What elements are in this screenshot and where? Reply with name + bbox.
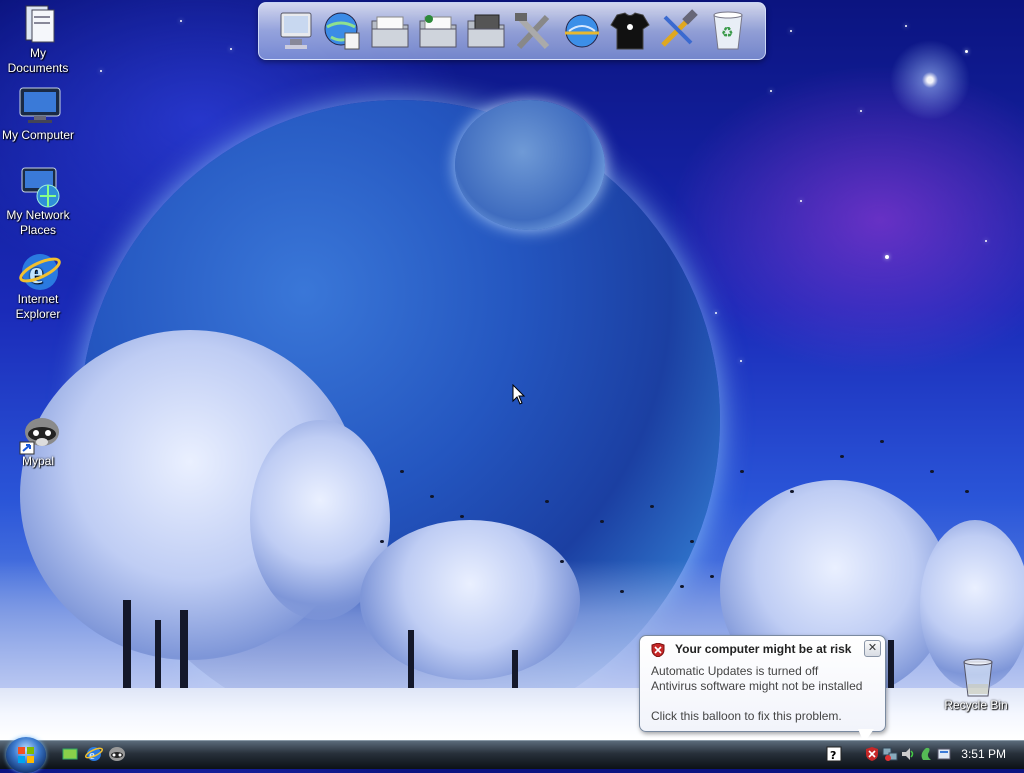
desktop-icon-label: Internet Explorer [15,292,61,321]
dock-computer-button[interactable] [275,9,317,53]
network-icon [882,747,898,761]
svg-text:♻: ♻ [721,25,734,41]
small-moon [455,100,605,230]
tray-help-button[interactable]: ? [826,746,842,767]
desktop-icon-mypal[interactable]: Mypal [0,412,76,469]
tray-updates-button[interactable] [918,746,934,767]
internet-explorer-icon: e [18,250,61,290]
desktop-icon-my-computer[interactable]: My Computer [0,86,76,143]
globe-connect-icon [565,14,599,48]
desktop-icon-my-documents[interactable]: My Documents [0,4,76,76]
desktop-icon-label: Mypal [21,454,54,468]
network-globe-icon [324,12,360,50]
computer-icon [280,12,312,49]
balloon-title: Your computer might be at risk [675,642,852,656]
help-icon: ? [826,746,842,762]
clock[interactable]: 3:51 PM [961,747,1006,761]
tray-app-button[interactable] [936,746,952,767]
balloon-action-text[interactable]: Click this balloon to fix this problem. [651,709,842,723]
balloon-close-button[interactable]: ✕ [864,640,881,657]
updates-icon [921,747,931,760]
tshirt-icon [610,12,650,50]
dock-settings-button[interactable] [657,9,699,53]
svg-text:?: ? [830,749,836,762]
tray-security-button[interactable] [864,746,880,767]
quick-launch-mypal[interactable] [108,745,126,768]
quick-launch-show-desktop[interactable] [62,746,78,767]
tools-icon [515,13,550,50]
network-places-icon [18,166,60,208]
security-balloon[interactable]: Your computer might be at risk ✕ Automat… [639,635,886,732]
folder-music-icon [419,15,457,48]
desktop-icon-label: My Documents [7,46,69,75]
svg-text:e: e [29,254,43,290]
taskbar: e ? 3:51 PM [0,737,1024,773]
show-desktop-icon [62,748,78,760]
hammer-wrench-icon [661,9,698,47]
folder-pictures-icon [467,14,505,48]
folder-icon [371,16,409,48]
balloon-message-line: Automatic Updates is turned off [651,664,819,678]
dock-tshirt-button[interactable] [609,9,651,53]
tree-trunk [123,600,131,700]
dock-globe-button[interactable] [561,9,603,53]
dock-tools-button[interactable] [513,9,555,53]
desktop-icon-recycle-bin[interactable]: Recycle Bin [938,656,1014,713]
volume-icon [902,748,914,760]
windows-start-orb [18,747,34,763]
mouse-cursor [512,384,526,405]
shield-warning-icon [651,643,665,657]
tray-volume-button[interactable] [900,746,916,767]
frosted-tree [360,520,580,680]
mypal-raccoon-icon [18,412,59,455]
tray-network-button[interactable] [882,746,898,767]
balloon-message-line: Antivirus software might not be installe… [651,679,863,693]
security-alert-icon [866,747,878,761]
dock-pictures-folder-button[interactable] [465,9,507,53]
dock-network-button[interactable] [321,9,363,53]
recycle-bin-icon [956,656,996,697]
desktop-icon-network-places[interactable]: My Network Places [0,166,76,238]
my-computer-icon [18,86,61,126]
desktop-icon-label: My Network Places [6,208,70,237]
dock-folder-button[interactable] [369,9,411,53]
dock-recycle-bin-button[interactable]: ♻ [707,9,749,53]
quick-launch-internet-explorer[interactable]: e [84,745,104,768]
desktop-icon-internet-explorer[interactable]: e Internet Explorer [0,250,76,322]
desktop-icon-label: My Computer [1,128,75,142]
my-documents-icon [18,4,58,44]
dock-music-folder-button[interactable] [417,9,459,53]
mypal-icon [109,747,125,761]
app-icon [937,748,951,760]
app-dock: ♻ [258,2,766,60]
internet-explorer-icon: e [84,747,104,762]
recycle-bin-icon: ♻ [713,11,743,50]
desktop-icon-label: Recycle Bin [944,698,1008,712]
